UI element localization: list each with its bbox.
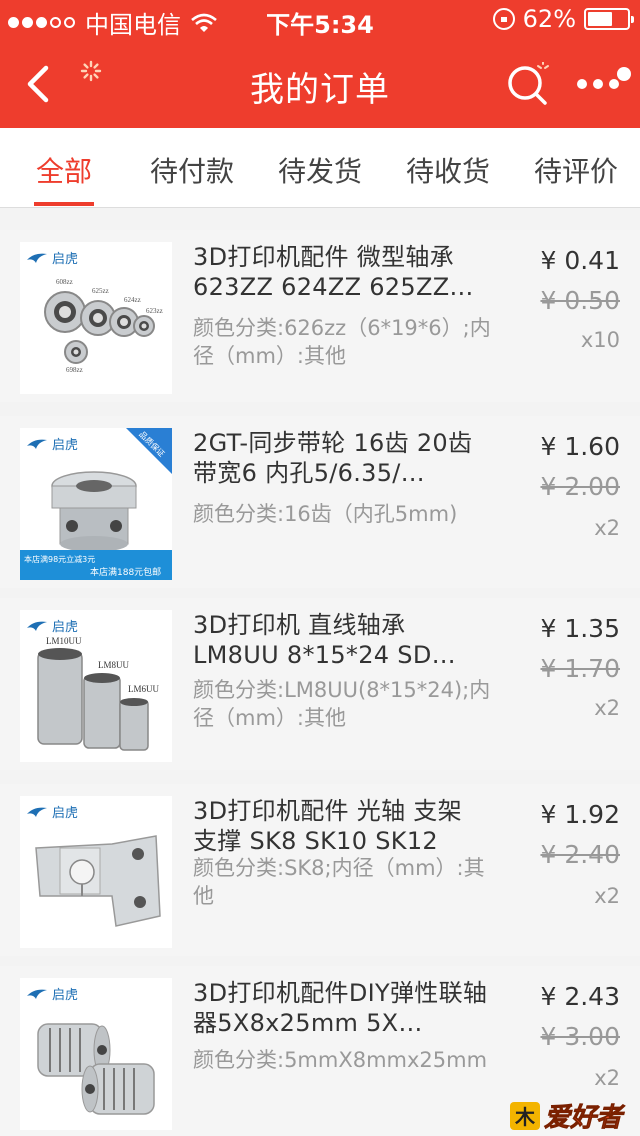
- lock-icon: [492, 8, 515, 30]
- pulley-image: 品质保证 本店满98元立减3元 本店满188元包邮: [20, 428, 172, 580]
- tab-all[interactable]: 全部: [36, 150, 92, 190]
- battery-label: 62%: [522, 5, 576, 33]
- promo-text: 本店满98元立减3元: [24, 554, 95, 564]
- bearings-image: 608zz 625zz 624zz 623zz 698zz: [44, 278, 163, 374]
- product-thumbnail[interactable]: 启虎: [20, 796, 172, 948]
- quantity: x2: [594, 1066, 620, 1090]
- thumb-label: 625zz: [92, 287, 109, 295]
- original-price: ¥ 2.00: [540, 472, 620, 501]
- quantity: x10: [580, 328, 620, 352]
- product-title[interactable]: 3D打印机配件 微型轴承 623ZZ 624ZZ 625ZZ…: [193, 242, 493, 302]
- thumb-label: LM10UU: [46, 636, 82, 646]
- order-item[interactable]: 启虎 3D打印机配件 光轴 支架 支撑 SK8 SK10 SK12 颜色分类:S…: [0, 784, 640, 956]
- watermark-text: 爱好者: [544, 1103, 626, 1133]
- thumb-label: LM8UU: [98, 660, 129, 670]
- price: ¥ 1.35: [540, 614, 620, 643]
- order-item[interactable]: 启虎 608zz 625zz 624zz 623zz 698zz 3D打印机配件…: [0, 230, 640, 402]
- watermark-logo: 木 爱好者: [510, 1102, 626, 1133]
- order-item[interactable]: 启虎 LM10UU LM8UU LM6UU 3D打印机 直线轴承 LM8UU 8…: [0, 598, 640, 770]
- product-variant: 颜色分类:5mmX8mmx25mm: [193, 1048, 488, 1072]
- thumb-label: 624zz: [124, 296, 141, 304]
- product-thumbnail[interactable]: 启虎 品质保证 本店满98元立减3元 本店满188元包邮: [20, 428, 172, 580]
- shaft-support-image: [35, 835, 161, 927]
- coupling-image: [37, 1023, 155, 1115]
- thumb-label: 623zz: [146, 307, 163, 315]
- price: ¥ 1.60: [540, 432, 620, 461]
- product-variant: 颜色分类:SK8;内径（mm）:其他: [193, 856, 485, 908]
- search-icon[interactable]: [505, 62, 551, 108]
- battery-icon: [584, 8, 634, 30]
- more-icon[interactable]: [574, 64, 632, 104]
- product-title[interactable]: 3D打印机 直线轴承 LM8UU 8*15*24 SD…: [193, 610, 493, 670]
- original-price: ¥ 2.40: [540, 840, 620, 869]
- order-tabs: 全部 待付款 待发货 待收货 待评价: [0, 128, 640, 208]
- nav-bar: 我的订单: [0, 40, 640, 128]
- tab-pending-payment[interactable]: 待付款: [150, 150, 234, 190]
- product-variant: 颜色分类:LM8UU(8*15*24);内径（mm）:其他: [193, 678, 491, 730]
- price: ¥ 2.43: [540, 982, 620, 1011]
- thumb-label: 698zz: [66, 366, 83, 374]
- active-tab-indicator: [34, 202, 94, 206]
- product-thumbnail[interactable]: 启虎: [20, 978, 172, 1130]
- status-right: 62%: [492, 5, 634, 33]
- quantity: x2: [594, 884, 620, 908]
- status-bar: 中国电信 下午5:34 62%: [0, 0, 640, 40]
- quantity: x2: [594, 696, 620, 720]
- original-price: ¥ 0.50: [540, 286, 620, 315]
- tab-pending-receipt[interactable]: 待收货: [406, 150, 490, 190]
- product-thumbnail[interactable]: 启虎 608zz 625zz 624zz 623zz 698zz: [20, 242, 172, 394]
- product-title[interactable]: 2GT-同步带轮 16齿 20齿 带宽6 内孔5/6.35/…: [193, 428, 493, 488]
- tab-pending-review[interactable]: 待评价: [534, 150, 618, 190]
- product-title[interactable]: 3D打印机配件DIY弹性联轴器5X8x25mm 5X…: [193, 978, 493, 1038]
- product-thumbnail[interactable]: 启虎 LM10UU LM8UU LM6UU: [20, 610, 172, 762]
- product-variant: 颜色分类:16齿（内孔5mm): [193, 502, 458, 526]
- original-price: ¥ 1.70: [540, 654, 620, 683]
- tab-pending-shipment[interactable]: 待发货: [278, 150, 362, 190]
- product-title[interactable]: 3D打印机配件 光轴 支架 支撑 SK8 SK10 SK12: [193, 796, 493, 856]
- svg-text:木: 木: [514, 1105, 536, 1129]
- original-price: ¥ 3.00: [540, 1022, 620, 1051]
- product-variant: 颜色分类:626zz（6*19*6）;内径（mm）:其他: [193, 316, 491, 368]
- battery-fill: [588, 12, 612, 26]
- order-item[interactable]: 启虎 品质保证 本店满98元立减3元 本店满188元包邮 2GT-同步带轮 16…: [0, 416, 640, 588]
- price: ¥ 0.41: [540, 246, 620, 275]
- promo-text: 本店满188元包邮: [90, 566, 161, 578]
- quantity: x2: [594, 516, 620, 540]
- thumb-label: LM6UU: [128, 684, 159, 694]
- thumb-label: 608zz: [56, 278, 73, 286]
- price: ¥ 1.92: [540, 800, 620, 829]
- linear-bearing-image: LM10UU LM8UU LM6UU: [37, 636, 159, 751]
